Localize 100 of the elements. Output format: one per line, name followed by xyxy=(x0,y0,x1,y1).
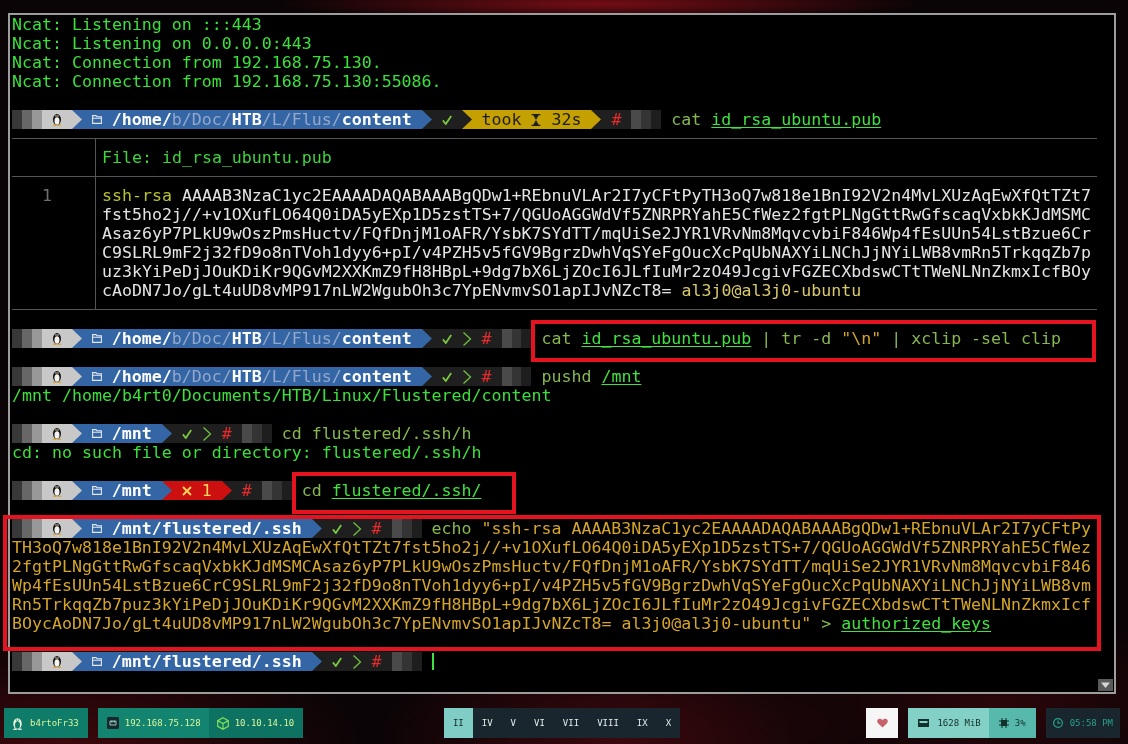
path-part: /mnt/flustered/.ssh xyxy=(111,652,302,671)
folder-icon xyxy=(91,115,102,124)
command-text: 2fgtPLNgGttRwGfscaqVxbkKJdMSMCAsaz6yP7PLkU9wOszPmsHuctv/FQfDnjM1oAFR/YsbK7SYdTT/mqUiSe2JYR1VRvNm8MqvcvbiF846 xyxy=(12,557,1092,576)
command-text: Wp4fEsUUn54LstBzue6CrC9SLRL9mF2j32fD9o8nTVoh1dyy6+pI/v4PZH5v5fGV9BgrzDwhVqSYeFgOucXcPqUbNAXYiLNChJjNYiLWB8vm xyxy=(12,576,1092,595)
output-text: Ncat: Connection from 192.168.75.130. xyxy=(12,53,383,72)
path-part: HTB xyxy=(231,110,262,129)
line-number: 1 xyxy=(41,186,52,205)
shade-blocks-icon xyxy=(391,519,422,538)
path-part: b/Doc/ xyxy=(171,110,232,129)
shade-blocks-icon xyxy=(391,652,422,671)
path-part: /home/ xyxy=(111,110,172,129)
path-part: /mnt/flustered/.ssh xyxy=(111,519,302,538)
check-icon xyxy=(331,656,342,667)
output-text: cd: no such file or directory: flustered/.ssh/h xyxy=(12,443,483,462)
shade-blocks-icon xyxy=(501,367,532,386)
chevron-icon xyxy=(201,426,212,441)
command-text: pushd /mnt xyxy=(541,367,642,386)
output-text: Ncat: Connection from 192.168.75.130:55086. xyxy=(12,72,443,91)
prompt-symbol: # xyxy=(611,110,622,129)
memory-icon xyxy=(918,719,930,727)
command-text: echo "ssh-rsa AAAAB3NzaC1yc2EAAAADAQABAAABgQDw1+REbnuVLAr2I7yCFtPy xyxy=(431,519,1091,538)
prompt-symbol: # xyxy=(241,481,252,500)
shade-blocks-icon xyxy=(12,110,42,129)
workspace-tab[interactable]: II xyxy=(443,708,473,738)
username-text: b4rtoFr33 xyxy=(30,718,79,728)
vpn-ip-text: 10.10.14.10 xyxy=(234,718,295,728)
exit-code: 1 xyxy=(201,481,212,500)
penguin-icon xyxy=(51,113,62,126)
chevron-icon xyxy=(351,521,362,536)
penguin-icon xyxy=(51,427,62,440)
check-icon xyxy=(441,333,452,344)
output-text: Ncat: Listening on 0.0.0.0:443 xyxy=(12,34,313,53)
penguin-icon xyxy=(51,370,62,383)
workspace-tab[interactable]: IX xyxy=(627,708,657,738)
clock-icon xyxy=(1052,718,1063,728)
prompt-symbol: # xyxy=(221,424,232,443)
penguin-icon xyxy=(51,522,62,535)
hourglass-icon xyxy=(531,113,542,126)
workspace-tab[interactable]: VI xyxy=(525,708,554,738)
file-header: File: id_rsa_ubuntu.pub xyxy=(102,148,332,167)
penguin-icon xyxy=(12,716,23,730)
duration-text: 32s xyxy=(551,110,582,129)
cpu-text: 3% xyxy=(1014,718,1026,728)
path-part: HTB xyxy=(231,329,262,348)
path-part: /mnt xyxy=(111,481,152,500)
shade-blocks-icon xyxy=(12,481,42,500)
folder-icon xyxy=(91,657,102,666)
command-text: cd flustered/.ssh/h xyxy=(281,424,472,443)
path-part: HTB xyxy=(231,367,262,386)
clock-text: 05:58 PM xyxy=(1069,718,1113,728)
command-text: cd flustered/.ssh/ xyxy=(301,481,482,500)
path-part: /L/Flus/ xyxy=(261,367,342,386)
shade-blocks-icon xyxy=(12,424,42,443)
check-icon xyxy=(441,371,452,382)
command-text: BOycAoDN7Jo/gLt4uUD8vMP917nLW2WgubOh3c7YpENvmvSO1apIJvNZcT8= al3j0@al3j0-ubuntu" > authorized_keys xyxy=(12,614,993,633)
penguin-icon xyxy=(51,655,62,668)
workspace-tab[interactable]: V xyxy=(501,708,525,738)
folder-icon xyxy=(91,524,102,533)
shade-blocks-icon xyxy=(12,519,42,538)
folder-icon xyxy=(91,429,102,438)
shade-blocks-icon xyxy=(631,110,662,129)
shade-blocks-icon xyxy=(12,329,42,348)
path-part: b/Doc/ xyxy=(171,367,232,386)
cube-icon xyxy=(216,716,229,730)
folder-icon xyxy=(91,486,102,495)
path-part: content xyxy=(341,110,412,129)
shade-blocks-icon xyxy=(261,481,292,500)
took-label: took xyxy=(481,110,522,129)
check-icon xyxy=(181,428,192,439)
workspace-tab[interactable]: VII xyxy=(553,708,589,738)
lan-ip-text: 192.168.75.128 xyxy=(124,718,201,728)
check-icon xyxy=(441,114,452,125)
path-part: /mnt xyxy=(111,424,152,443)
folder-icon xyxy=(91,372,102,381)
command-text: cat id_rsa_ubuntu.pub | tr -d "\n" | xclip -sel clip xyxy=(541,329,1062,348)
penguin-icon xyxy=(51,332,62,345)
workspace-tab[interactable]: IV xyxy=(472,708,502,738)
workspace-tab[interactable]: X xyxy=(656,708,681,738)
penguin-icon xyxy=(51,484,62,497)
path-part: /L/Flus/ xyxy=(261,110,342,129)
memory-text: 1628 MiB xyxy=(937,718,981,728)
output-text: Ncat: Listening on :::443 xyxy=(12,15,263,34)
folder-icon xyxy=(91,334,102,343)
output-text: /mnt /home/b4rt0/Documents/HTB/Linux/Flustered/content xyxy=(12,386,553,405)
prompt-symbol: # xyxy=(481,367,492,386)
cursor-icon xyxy=(431,653,434,670)
shade-blocks-icon xyxy=(241,424,272,443)
path-part: /home/ xyxy=(111,329,172,348)
check-icon xyxy=(331,523,342,534)
command-text: cat id_rsa_ubuntu.pub xyxy=(671,110,882,129)
prompt-symbol: # xyxy=(481,329,492,348)
chevron-icon xyxy=(351,654,362,669)
prompt-symbol: # xyxy=(371,519,382,538)
network-port-icon xyxy=(106,717,119,729)
workspace-tab[interactable]: VIII xyxy=(588,708,628,738)
shade-blocks-icon xyxy=(12,652,42,671)
chevron-icon xyxy=(461,369,472,384)
scroll-down-arrow-icon[interactable] xyxy=(1098,679,1113,691)
shade-blocks-icon xyxy=(12,367,42,386)
chip-icon xyxy=(998,718,1009,728)
